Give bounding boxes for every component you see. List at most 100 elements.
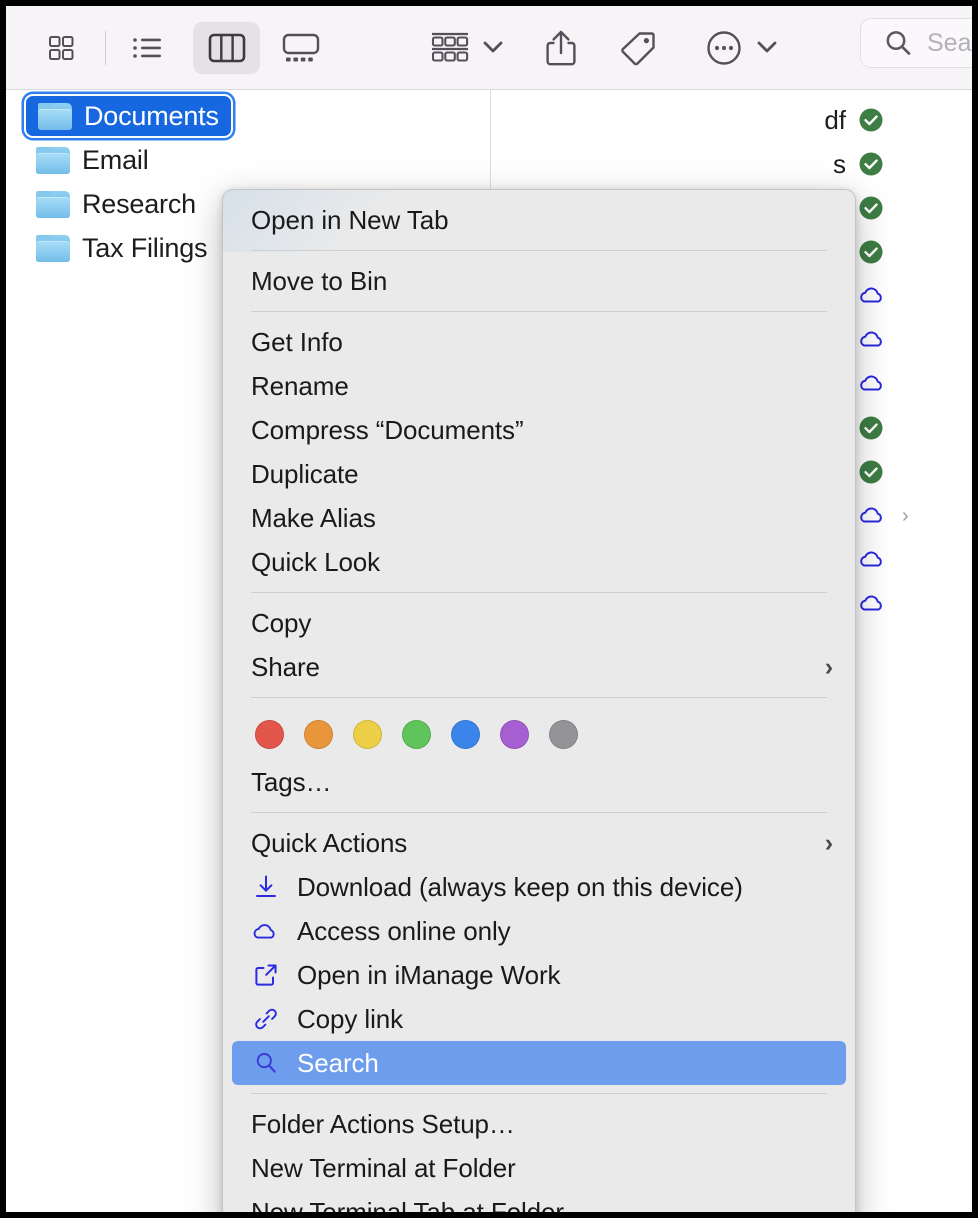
chevron-right-icon: ›: [824, 652, 833, 681]
blue-cloud-icon: [860, 507, 882, 523]
menu-item-make-alias[interactable]: Make Alias: [223, 496, 855, 540]
ellipsis-circle-icon: [707, 31, 741, 65]
red-tag[interactable]: [255, 719, 284, 749]
folder-icon: [38, 102, 72, 130]
row-disclosure-chevron-icon[interactable]: ›: [902, 505, 909, 528]
menu-item-label: Move to Bin: [251, 265, 388, 296]
sidebar-item-research[interactable]: Research: [26, 184, 206, 224]
menu-item-compress[interactable]: Compress “Documents”: [223, 408, 855, 452]
sidebar-item-label: Research: [82, 188, 196, 219]
tag-icon: [621, 32, 655, 66]
folder-icon: [36, 190, 70, 218]
blue-cloud-icon: [860, 287, 882, 303]
context-menu: Open in New Tab Move to Bin Get Info Ren…: [222, 189, 856, 1212]
sidebar-item-label: Email: [82, 144, 149, 175]
menu-separator: [251, 311, 827, 312]
green-check-circle-icon: [859, 416, 883, 440]
green-check-circle-icon: [859, 152, 883, 176]
menu-item-open-in-new-tab[interactable]: Open in New Tab: [223, 198, 855, 242]
menu-item-label: Duplicate: [251, 458, 359, 489]
menu-item-share[interactable]: Share ›: [223, 645, 855, 689]
menu-item-label: Rename: [251, 370, 349, 401]
sidebar-item-email[interactable]: Email: [26, 140, 159, 180]
menu-item-quick-actions[interactable]: Quick Actions ›: [223, 821, 855, 865]
list-view-icon: [133, 38, 161, 58]
column-view-icon: [208, 33, 245, 63]
menu-item-tags[interactable]: Tags…: [223, 760, 855, 804]
menu-item-new-terminal-tab-at-folder[interactable]: New Terminal Tab at Folder: [223, 1190, 855, 1213]
blue-cloud-icon: [860, 375, 882, 391]
green-check-circle-icon: [859, 460, 883, 484]
folder-icon: [36, 146, 70, 174]
menu-item-label: Compress “Documents”: [251, 414, 524, 445]
search-placeholder-text: Sear: [927, 28, 972, 57]
column-view-button[interactable]: [193, 22, 260, 74]
cloud-icon: [251, 916, 281, 946]
menu-item-new-terminal-at-folder[interactable]: New Terminal at Folder: [223, 1146, 855, 1190]
chevron-down-icon: [757, 41, 777, 53]
purple-tag[interactable]: [500, 719, 529, 749]
menu-item-folder-actions-setup[interactable]: Folder Actions Setup…: [223, 1102, 855, 1146]
finder-toolbar: Sear: [6, 6, 972, 90]
menu-item-label: Folder Actions Setup…: [251, 1108, 515, 1139]
menu-item-label: New Terminal Tab at Folder: [251, 1196, 564, 1213]
menu-item-duplicate[interactable]: Duplicate: [223, 452, 855, 496]
menu-item-label: Download (always keep on this device): [297, 871, 743, 902]
external-link-icon: [251, 960, 281, 990]
table-row[interactable]: df: [491, 100, 972, 140]
gallery-view-button[interactable]: [274, 25, 328, 71]
table-row[interactable]: s: [491, 144, 972, 184]
menu-item-get-info[interactable]: Get Info: [223, 320, 855, 364]
blue-cloud-icon: [860, 551, 882, 567]
sidebar-item-documents[interactable]: Documents: [24, 94, 233, 138]
more-actions-chevron-button[interactable]: [752, 32, 782, 62]
blue-tag[interactable]: [451, 719, 480, 749]
menu-separator: [251, 697, 827, 698]
menu-item-label: Make Alias: [251, 502, 376, 533]
menu-item-search[interactable]: Search: [232, 1041, 846, 1085]
more-actions-button[interactable]: [698, 24, 750, 72]
orange-tag[interactable]: [304, 719, 333, 749]
folder-icon: [36, 234, 70, 262]
menu-item-rename[interactable]: Rename: [223, 364, 855, 408]
menu-item-label: Quick Look: [251, 546, 381, 577]
menu-item-move-to-bin[interactable]: Move to Bin: [223, 259, 855, 303]
menu-item-label: Quick Actions: [251, 827, 408, 858]
menu-item-copy-link[interactable]: Copy link: [223, 997, 855, 1041]
menu-separator: [251, 592, 827, 593]
green-check-circle-icon: [859, 240, 883, 264]
green-check-circle-icon: [859, 108, 883, 132]
toolbar-divider: [105, 31, 106, 65]
blue-cloud-icon: [860, 331, 882, 347]
file-name: s: [833, 148, 846, 179]
share-button[interactable]: [535, 24, 587, 72]
menu-item-label: Open in New Tab: [251, 204, 449, 235]
group-by-chevron-button[interactable]: [478, 32, 508, 62]
menu-item-label: Search: [297, 1047, 379, 1078]
sidebar-item-label: Tax Filings: [82, 232, 208, 263]
menu-item-quick-look[interactable]: Quick Look: [223, 540, 855, 584]
icon-view-button[interactable]: [34, 25, 88, 71]
sidebar-item-tax-filings[interactable]: Tax Filings: [26, 228, 217, 268]
file-name: df: [824, 104, 846, 135]
list-view-button[interactable]: [120, 25, 174, 71]
yellow-tag[interactable]: [353, 719, 382, 749]
menu-item-label: Open in iManage Work: [297, 959, 561, 990]
group-by-icon: [431, 32, 469, 62]
menu-item-label: Copy link: [297, 1003, 404, 1034]
tag-color-row: [223, 706, 855, 760]
menu-item-download[interactable]: Download (always keep on this device): [223, 865, 855, 909]
menu-item-access-online-only[interactable]: Access online only: [223, 909, 855, 953]
group-by-button[interactable]: [422, 28, 478, 68]
grey-tag[interactable]: [549, 719, 578, 749]
menu-item-open-in-imanage-work[interactable]: Open in iManage Work: [223, 953, 855, 997]
menu-item-label: Get Info: [251, 326, 343, 357]
finder-window: Sear Documents Email: [6, 6, 972, 1212]
green-tag[interactable]: [402, 719, 431, 749]
search-input[interactable]: Sear: [860, 18, 972, 68]
grid-view-icon: [49, 36, 74, 60]
tag-button[interactable]: [612, 24, 664, 72]
menu-item-copy[interactable]: Copy: [223, 601, 855, 645]
share-icon: [546, 30, 576, 66]
chevron-right-icon: ›: [824, 828, 833, 857]
